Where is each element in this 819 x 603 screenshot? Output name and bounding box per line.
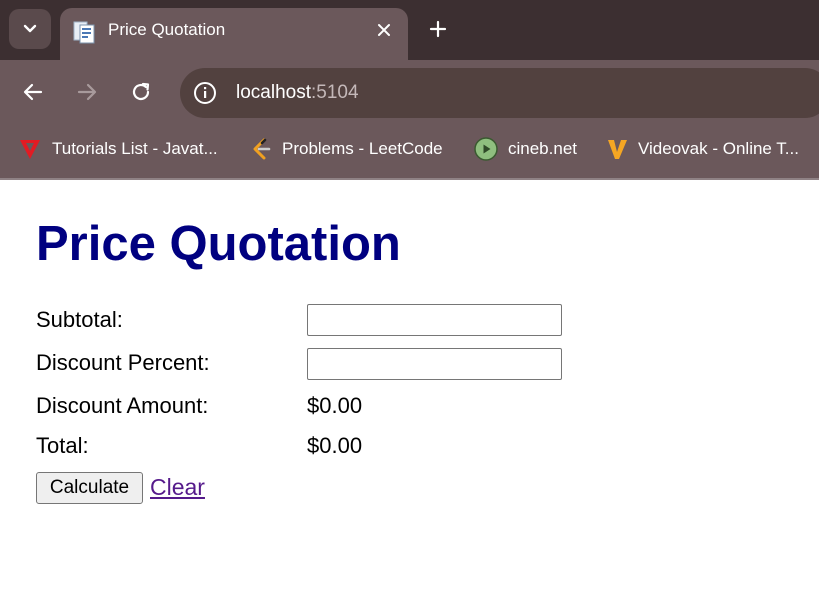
close-icon xyxy=(378,24,390,36)
discount-percent-label: Discount Percent: xyxy=(36,350,210,375)
bookmarks-bar: Tutorials List - Javat... Problems - Lee… xyxy=(0,127,819,180)
bookmark-videovak[interactable]: Videovak - Online T... xyxy=(606,127,799,171)
discount-amount-value: $0.00 xyxy=(307,393,363,418)
chevron-down-icon xyxy=(23,24,37,33)
new-tab-button[interactable] xyxy=(422,13,454,45)
bookmark-label: Videovak - Online T... xyxy=(638,139,799,158)
bookmark-label: Problems - LeetCode xyxy=(282,139,443,158)
bookmark-cineb[interactable]: cineb.net xyxy=(474,127,577,171)
url-text: localhost:5104 xyxy=(236,82,359,104)
total-label: Total: xyxy=(36,433,89,458)
reload-icon xyxy=(132,82,150,101)
tab-search-button[interactable] xyxy=(9,9,51,49)
bookmark-label: cineb.net xyxy=(508,139,577,158)
clear-link[interactable]: Clear xyxy=(150,472,205,502)
arrow-right-icon xyxy=(77,83,97,101)
subtotal-label: Subtotal: xyxy=(36,307,123,332)
url-host: localhost xyxy=(236,82,311,103)
url-port: :5104 xyxy=(311,82,359,103)
plus-icon xyxy=(429,20,447,38)
subtotal-input[interactable] xyxy=(307,304,562,336)
tab-close-button[interactable] xyxy=(373,19,395,41)
arrow-left-icon xyxy=(23,83,43,101)
discount-amount-label: Discount Amount: xyxy=(36,393,209,418)
leetcode-icon xyxy=(253,138,271,160)
total-value: $0.00 xyxy=(307,433,363,458)
videovak-icon xyxy=(608,140,627,159)
bookmark-label: Tutorials List - Javat... xyxy=(52,139,218,158)
bookmark-javatpoint[interactable]: Tutorials List - Javat... xyxy=(18,127,218,171)
discount-percent-input[interactable] xyxy=(307,348,562,380)
document-icon xyxy=(73,21,95,44)
bookmark-leetcode[interactable]: Problems - LeetCode xyxy=(250,127,443,171)
address-bar[interactable]: localhost:5104 xyxy=(180,68,819,118)
javatpoint-icon xyxy=(20,140,40,159)
page-title: Price Quotation xyxy=(36,217,401,271)
reload-button[interactable] xyxy=(123,74,159,110)
play-icon xyxy=(474,137,498,161)
browser-toolbar: localhost:5104 xyxy=(0,60,819,127)
active-tab[interactable]: Price Quotation xyxy=(60,8,408,60)
calculate-button[interactable]: Calculate xyxy=(36,472,143,504)
tab-strip: Price Quotation xyxy=(0,0,819,60)
tab-title: Price Quotation xyxy=(108,20,226,39)
back-button[interactable] xyxy=(15,74,51,110)
forward-button[interactable] xyxy=(69,74,105,110)
info-icon[interactable] xyxy=(192,80,218,106)
